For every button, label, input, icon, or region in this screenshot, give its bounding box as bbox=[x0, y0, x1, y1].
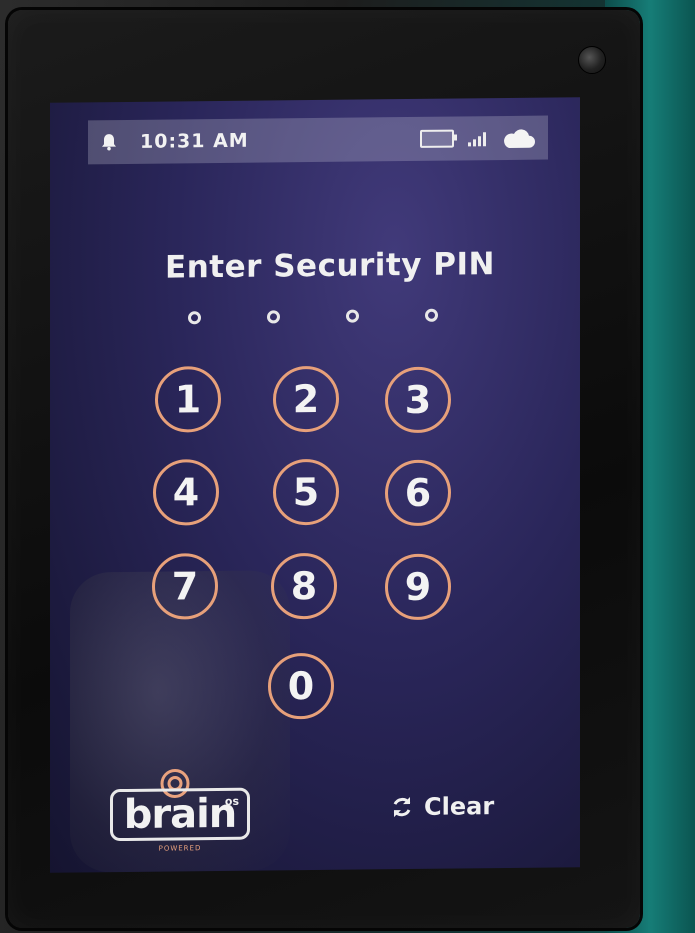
key-1[interactable]: 1 bbox=[155, 365, 221, 433]
key-2[interactable]: 2 bbox=[273, 365, 339, 433]
logo-frame: brain os bbox=[110, 787, 250, 842]
logo-tagline: POWERED bbox=[158, 844, 202, 853]
pin-indicator bbox=[188, 308, 438, 325]
keypad: 1 2 3 4 5 6 7 8 9 0 bbox=[50, 97, 580, 720]
brain-os-logo: brain os POWERED bbox=[110, 766, 260, 858]
key-6[interactable]: 6 bbox=[385, 459, 451, 527]
status-bar: 10:31 AM bbox=[88, 115, 548, 165]
clear-button[interactable]: Clear bbox=[390, 792, 494, 821]
clear-label: Clear bbox=[424, 792, 495, 821]
signal-icon bbox=[468, 130, 486, 147]
key-4[interactable]: 4 bbox=[153, 459, 219, 526]
status-icons bbox=[420, 126, 536, 151]
pin-dot bbox=[267, 310, 280, 324]
pin-dot bbox=[425, 308, 438, 322]
page-title: Enter Security PIN bbox=[165, 246, 495, 286]
key-3[interactable]: 3 bbox=[385, 366, 451, 434]
key-5[interactable]: 5 bbox=[273, 458, 339, 526]
key-8[interactable]: 8 bbox=[271, 552, 337, 620]
pin-dot bbox=[188, 311, 201, 325]
logo-superscript: os bbox=[224, 794, 239, 808]
logo-wordmark: brain bbox=[123, 790, 237, 839]
photo-background: 10:31 AM Enter Security PIN 1 2 3 4 5 6 … bbox=[0, 0, 695, 933]
key-7[interactable]: 7 bbox=[152, 553, 218, 620]
touch-screen: 10:31 AM Enter Security PIN 1 2 3 4 5 6 … bbox=[50, 97, 580, 873]
clock-time: 10:31 AM bbox=[140, 129, 249, 153]
screw bbox=[578, 46, 606, 74]
bell-icon bbox=[100, 133, 118, 151]
battery-icon bbox=[420, 129, 454, 148]
device-bezel: 10:31 AM Enter Security PIN 1 2 3 4 5 6 … bbox=[8, 10, 640, 928]
refresh-icon bbox=[390, 795, 414, 819]
key-0[interactable]: 0 bbox=[268, 652, 334, 720]
key-9[interactable]: 9 bbox=[385, 553, 451, 621]
pin-dot bbox=[346, 309, 359, 323]
cloud-icon bbox=[500, 126, 536, 150]
